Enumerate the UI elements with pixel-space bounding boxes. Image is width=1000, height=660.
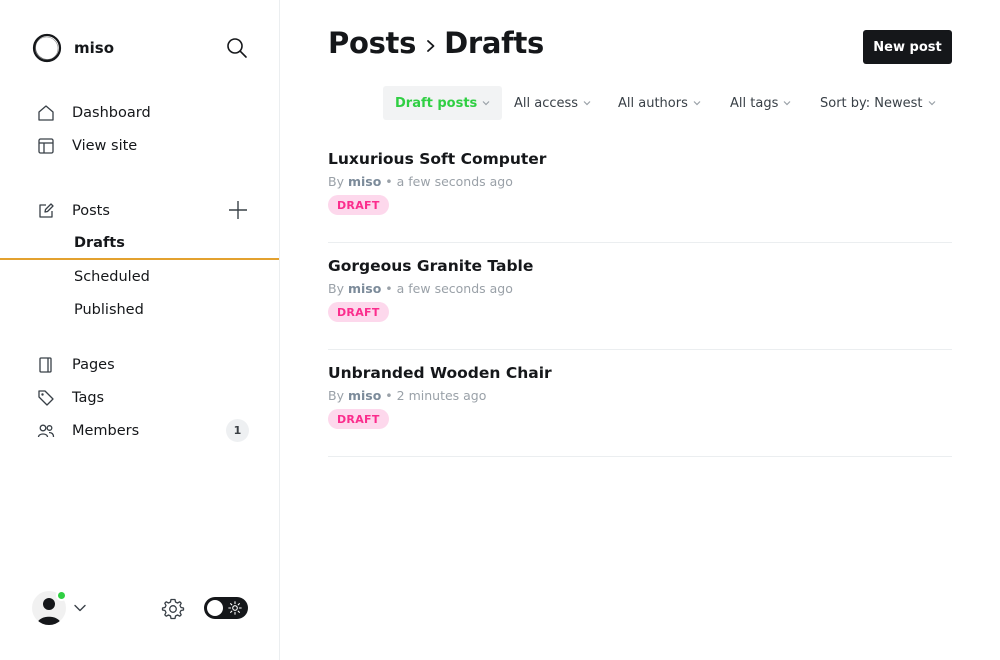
sidebar-item-published[interactable]: Published bbox=[0, 294, 279, 326]
sidebar-item-label: Tags bbox=[72, 390, 105, 406]
post-author: miso bbox=[347, 174, 382, 189]
toggle-knob bbox=[207, 600, 223, 616]
members-count-badge: 1 bbox=[226, 419, 249, 442]
post-meta-by: By bbox=[328, 281, 344, 296]
sidebar-item-label: Published bbox=[74, 302, 144, 318]
filter-label: Sort by: Newest bbox=[820, 95, 923, 111]
filter-label: All access bbox=[514, 95, 579, 111]
post-list-item[interactable]: Luxurious Soft Computer By miso • a few … bbox=[328, 136, 952, 243]
status-badge: DRAFT bbox=[328, 409, 389, 429]
filter-sort[interactable]: Sort by: Newest bbox=[808, 86, 948, 120]
sidebar-item-tags[interactable]: Tags bbox=[0, 383, 279, 413]
post-time: • a few seconds ago bbox=[385, 174, 513, 189]
post-title: Luxurious Soft Computer bbox=[328, 150, 547, 168]
page-icon bbox=[39, 357, 52, 373]
page-title: Posts Drafts bbox=[328, 26, 544, 60]
sidebar-item-dashboard[interactable]: Dashboard bbox=[0, 98, 279, 128]
sidebar-item-label: Members bbox=[72, 423, 140, 439]
brand[interactable]: miso bbox=[32, 33, 114, 63]
sidebar-item-label: Dashboard bbox=[72, 105, 151, 121]
chevron-down-icon bbox=[783, 101, 791, 106]
post-meta-by: By bbox=[328, 388, 344, 403]
sidebar-item-label: Drafts bbox=[74, 235, 125, 251]
post-meta: By miso • a few seconds ago bbox=[328, 281, 513, 296]
chevron-down-icon[interactable] bbox=[73, 601, 87, 615]
post-author: miso bbox=[347, 281, 382, 296]
gear-icon[interactable] bbox=[161, 597, 185, 621]
brand-name: miso bbox=[74, 39, 115, 57]
breadcrumb-drafts: Drafts bbox=[444, 26, 544, 60]
edit-icon bbox=[39, 203, 54, 218]
post-list-item[interactable]: Gorgeous Granite Table By miso • a few s… bbox=[328, 243, 952, 350]
filter-type[interactable]: Draft posts bbox=[383, 86, 503, 120]
add-post-icon[interactable] bbox=[228, 200, 248, 220]
sidebar-item-label: Posts bbox=[72, 203, 110, 219]
sun-icon bbox=[228, 601, 242, 615]
status-badge: DRAFT bbox=[328, 195, 389, 215]
sidebar: miso Dashboard View site Posts Drafts Sc… bbox=[0, 0, 280, 660]
sidebar-item-pages[interactable]: Pages bbox=[0, 350, 279, 380]
brand-logo-icon bbox=[32, 33, 62, 63]
filter-tags[interactable]: All tags bbox=[718, 86, 803, 120]
status-badge: DRAFT bbox=[328, 302, 389, 322]
filter-label: All tags bbox=[730, 95, 779, 111]
search-icon[interactable] bbox=[226, 37, 248, 59]
sidebar-item-label: Pages bbox=[72, 357, 115, 373]
main-content: Posts Drafts New post Draft posts All ac… bbox=[280, 0, 1000, 660]
post-meta: By miso • 2 minutes ago bbox=[328, 388, 486, 403]
sidebar-item-label: Scheduled bbox=[74, 269, 150, 285]
sidebar-item-label: View site bbox=[72, 138, 138, 154]
post-time: • 2 minutes ago bbox=[385, 388, 487, 403]
chevron-down-icon bbox=[928, 101, 935, 106]
filter-access[interactable]: All access bbox=[502, 86, 603, 120]
post-list-item[interactable]: Unbranded Wooden Chair By miso • 2 minut… bbox=[328, 350, 952, 457]
filter-label: Draft posts bbox=[395, 95, 478, 111]
post-meta-by: By bbox=[328, 174, 344, 189]
online-status-dot bbox=[56, 590, 67, 601]
sidebar-item-drafts[interactable]: Drafts bbox=[0, 228, 279, 260]
members-icon bbox=[37, 424, 55, 438]
chevron-down-icon bbox=[583, 101, 591, 106]
chevron-right-icon bbox=[427, 40, 435, 52]
post-title: Gorgeous Granite Table bbox=[328, 257, 534, 275]
post-title: Unbranded Wooden Chair bbox=[328, 364, 552, 382]
breadcrumb-posts[interactable]: Posts bbox=[328, 26, 416, 60]
user-avatar[interactable] bbox=[32, 590, 67, 625]
post-meta: By miso • a few seconds ago bbox=[328, 174, 513, 189]
filter-label: All authors bbox=[618, 95, 688, 111]
filter-authors[interactable]: All authors bbox=[606, 86, 713, 120]
tag-icon bbox=[38, 390, 54, 406]
sidebar-item-view-site[interactable]: View site bbox=[0, 131, 279, 161]
post-time: • a few seconds ago bbox=[385, 281, 513, 296]
sidebar-item-scheduled[interactable]: Scheduled bbox=[0, 261, 279, 293]
post-author: miso bbox=[347, 388, 382, 403]
chevron-down-icon bbox=[693, 101, 701, 106]
theme-toggle[interactable] bbox=[204, 597, 248, 619]
window-icon bbox=[38, 138, 54, 154]
chevron-down-icon bbox=[482, 101, 490, 106]
home-icon bbox=[38, 105, 54, 121]
new-post-button[interactable]: New post bbox=[863, 30, 952, 64]
